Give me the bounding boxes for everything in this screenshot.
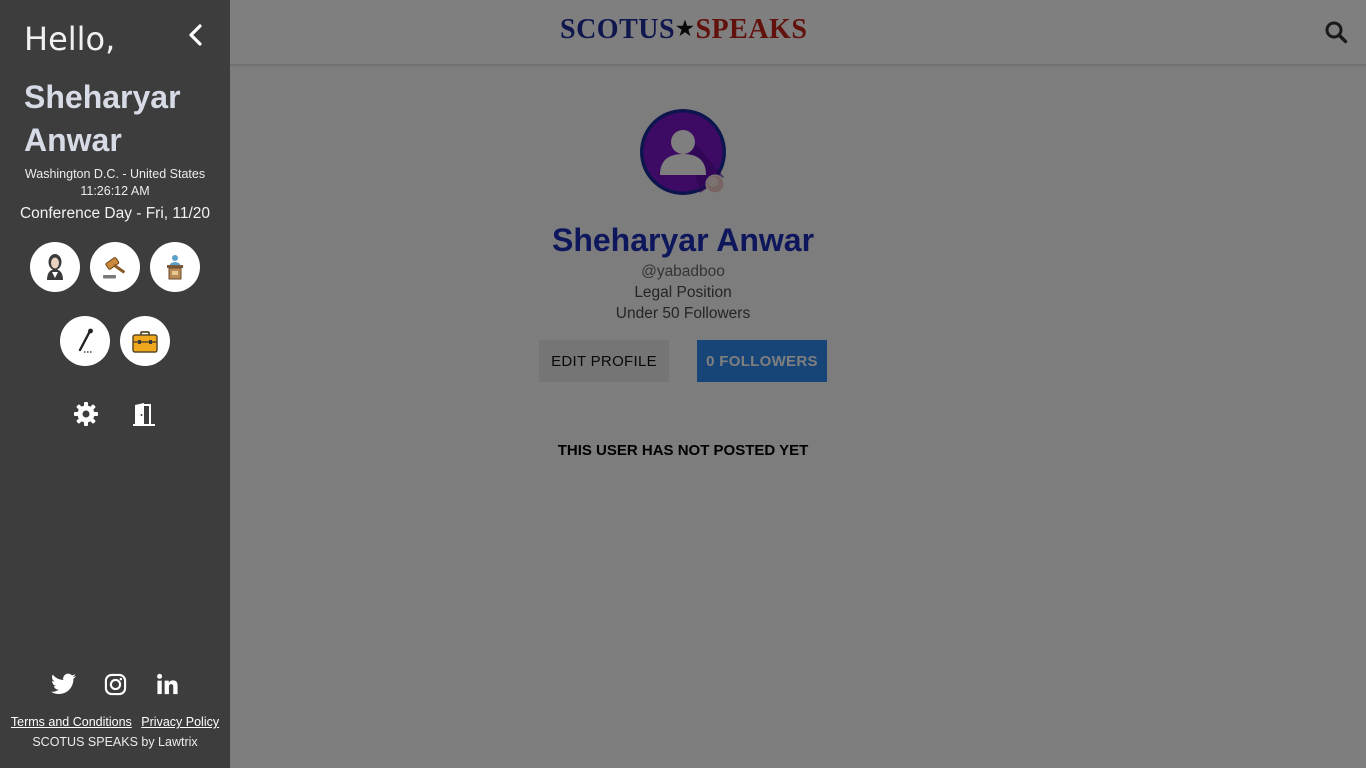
user-last-name: Anwar	[24, 122, 122, 158]
sidebar-user-name: Sheharyar Anwar	[24, 76, 224, 162]
podium-icon	[167, 255, 183, 280]
sidebar: Hello, Sheharyar Anwar Washington D.C. -…	[0, 0, 230, 768]
brand-credit: SCOTUS SPEAKS by Lawtrix	[32, 735, 198, 749]
justices-button[interactable]	[30, 242, 80, 292]
write-post-button[interactable]	[60, 316, 110, 366]
speeches-button[interactable]	[150, 242, 200, 292]
location-text: Washington D.C. - United States	[24, 167, 206, 181]
user-first-name: Sheharyar	[24, 79, 181, 115]
twitter-icon	[50, 673, 76, 694]
justice-icon	[47, 254, 63, 280]
instagram-icon	[104, 673, 126, 695]
app-window: Hello, Sheharyar Anwar Washington D.C. -…	[0, 0, 1366, 768]
settings-button[interactable]	[71, 399, 101, 429]
linkedin-link[interactable]	[154, 671, 180, 697]
briefcase-icon	[132, 331, 158, 353]
chevron-left-icon	[189, 24, 202, 46]
portfolio-button[interactable]	[120, 316, 170, 366]
logout-door-icon	[133, 403, 155, 426]
conference-day-text: Conference Day - Fri, 11/20	[19, 205, 211, 222]
collapse-sidebar-button[interactable]	[184, 22, 208, 48]
clock-text: 11:26:12 AM	[80, 184, 150, 198]
footer-links: Terms and Conditions Privacy Policy	[0, 715, 230, 729]
greeting: Hello,	[24, 20, 116, 58]
linkedin-icon	[156, 673, 178, 694]
terms-link[interactable]: Terms and Conditions	[11, 715, 132, 729]
cases-button[interactable]	[90, 242, 140, 292]
twitter-link[interactable]	[50, 671, 76, 697]
gavel-icon	[103, 257, 125, 279]
gear-icon	[74, 402, 98, 426]
dim-overlay[interactable]	[230, 0, 1366, 768]
privacy-link[interactable]: Privacy Policy	[141, 715, 219, 729]
pen-icon	[78, 328, 93, 353]
instagram-link[interactable]	[102, 671, 128, 697]
logout-button[interactable]	[129, 399, 159, 429]
